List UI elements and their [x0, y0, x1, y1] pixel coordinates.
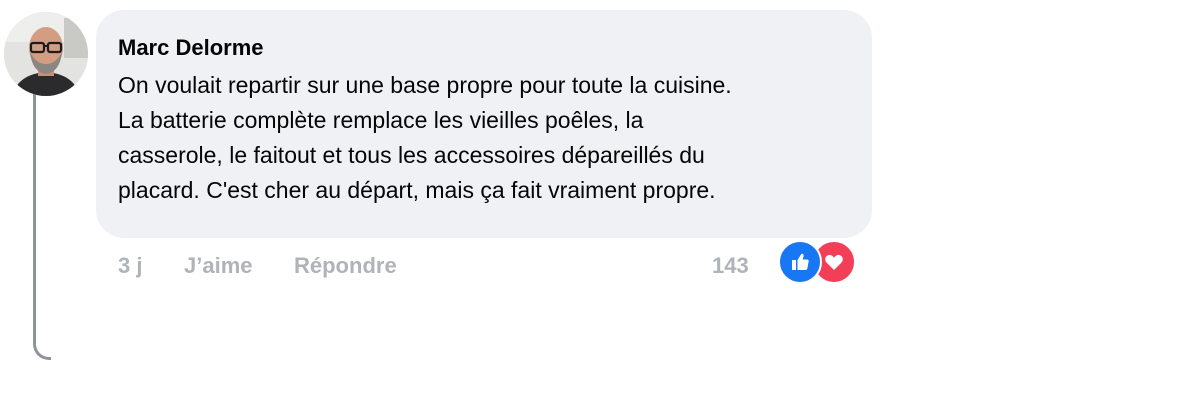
comment-text-line: casserole, le faitout et tous les access…: [118, 142, 705, 168]
thread-connector-line: [33, 92, 51, 360]
comment-author[interactable]: Marc Delorme: [118, 34, 852, 62]
comment-text: On voulait repartir sur une base propre …: [118, 68, 852, 208]
comment-thread: Marc Delorme On voulait repartir sur une…: [0, 0, 1200, 400]
avatar[interactable]: [4, 12, 88, 96]
comment-text-line: La batterie complète remplace les vieill…: [118, 107, 644, 133]
comment-bubble: Marc Delorme On voulait repartir sur une…: [96, 10, 872, 238]
comment-text-line: placard. C'est cher au départ, mais ça f…: [118, 177, 716, 203]
reply-button[interactable]: Répondre: [294, 252, 397, 280]
reactions-summary[interactable]: [778, 240, 858, 284]
like-icon: [778, 240, 822, 284]
profile-photo: [4, 12, 88, 96]
comment-text-line: On voulait repartir sur une base propre …: [118, 72, 732, 98]
like-button[interactable]: J’aime: [184, 252, 253, 280]
reaction-count[interactable]: 143: [712, 252, 749, 280]
comment-timestamp[interactable]: 3 j: [118, 252, 142, 280]
